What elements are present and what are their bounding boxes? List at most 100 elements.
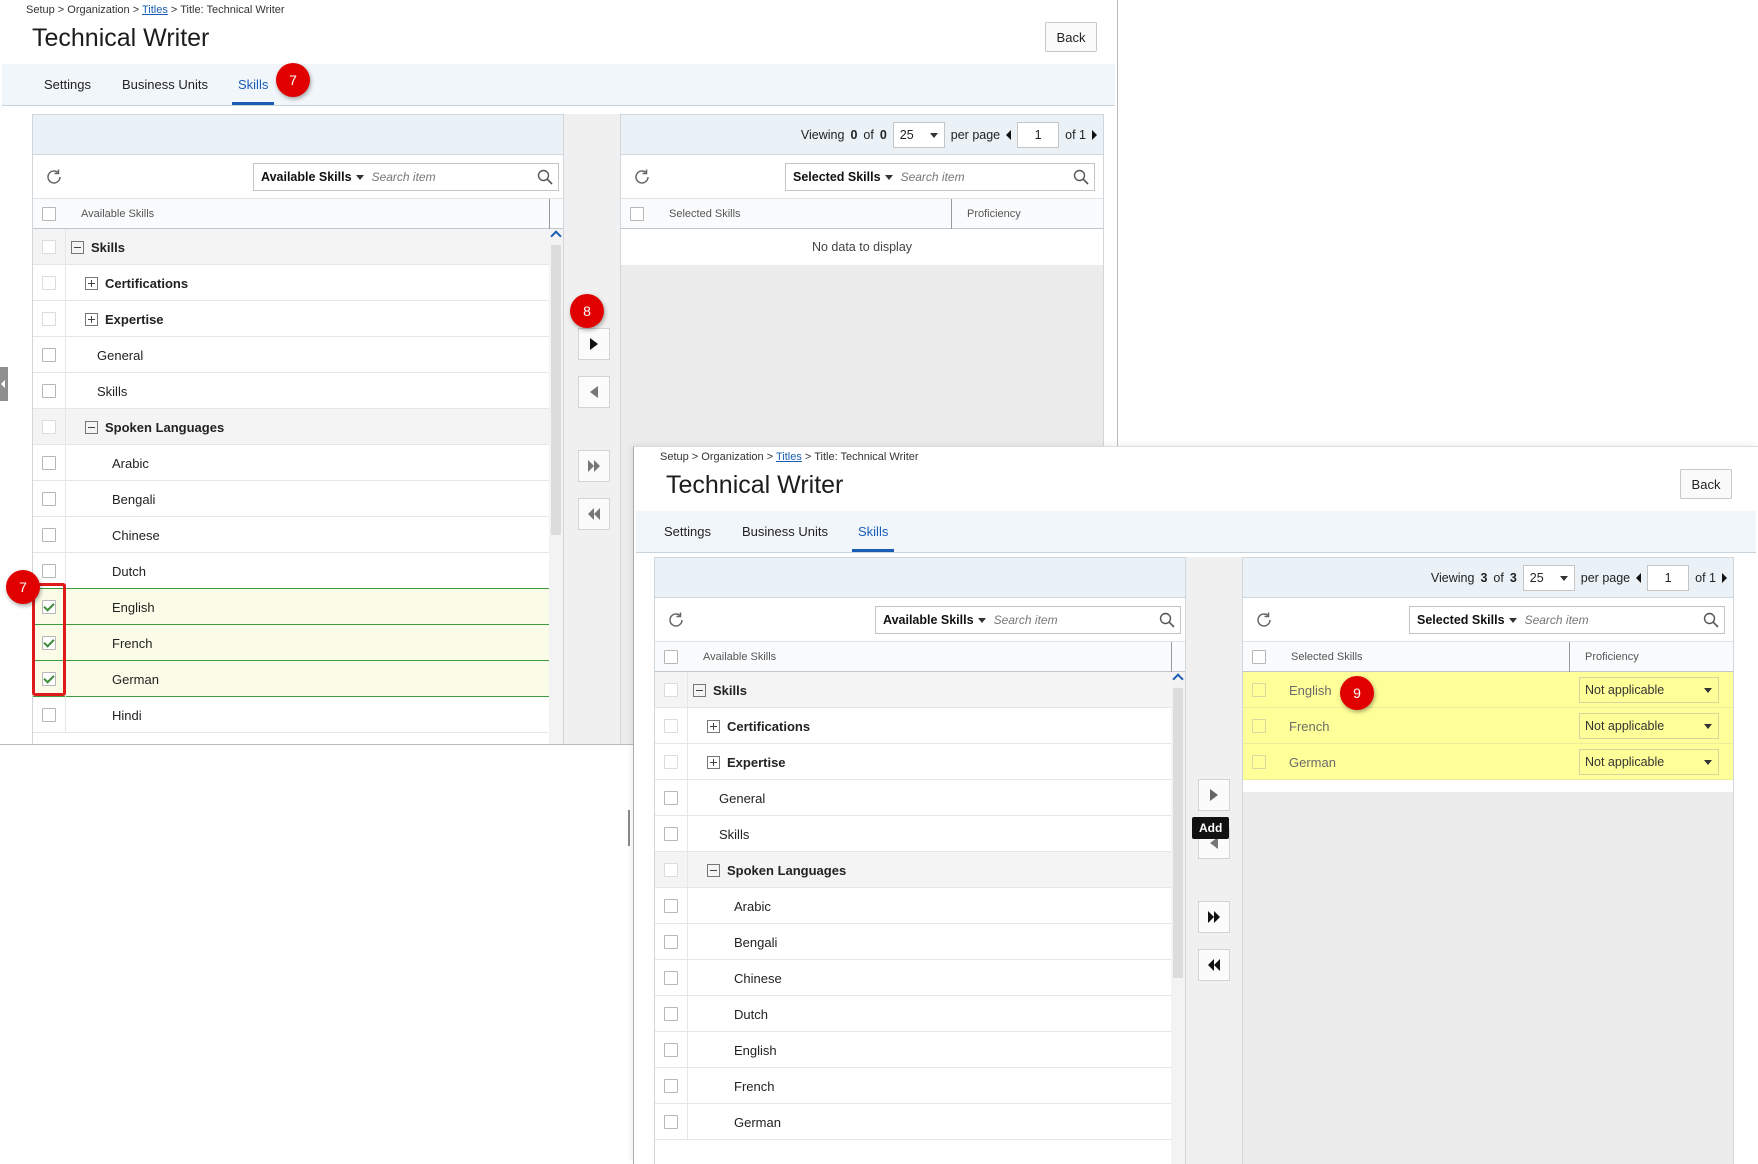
tree-row-dutch[interactable]: Dutch bbox=[33, 553, 549, 589]
column-resizer[interactable] bbox=[951, 199, 952, 229]
collapse-icon[interactable] bbox=[693, 684, 706, 697]
row-checkbox[interactable] bbox=[664, 755, 678, 769]
expand-icon[interactable] bbox=[707, 756, 720, 769]
refresh-icon[interactable] bbox=[667, 611, 685, 629]
available-search-input[interactable]: Search item bbox=[994, 613, 1159, 627]
expand-icon[interactable] bbox=[85, 313, 98, 326]
row-checkbox[interactable] bbox=[664, 827, 678, 841]
row-checkbox[interactable] bbox=[42, 240, 56, 254]
expand-icon[interactable] bbox=[85, 277, 98, 290]
refresh-icon[interactable] bbox=[45, 168, 63, 186]
refresh-icon[interactable] bbox=[1255, 611, 1273, 629]
row-checkbox[interactable] bbox=[42, 312, 56, 326]
tab-settings[interactable]: Settings bbox=[664, 524, 711, 539]
tree-row-certifications[interactable]: Certifications bbox=[655, 708, 1171, 744]
scroll-up-icon[interactable] bbox=[550, 230, 562, 242]
row-checkbox[interactable] bbox=[664, 899, 678, 913]
tab-business-units[interactable]: Business Units bbox=[742, 524, 828, 539]
add-all-button[interactable] bbox=[578, 450, 610, 482]
collapse-icon[interactable] bbox=[707, 864, 720, 877]
row-checkbox[interactable] bbox=[664, 719, 678, 733]
row-checkbox[interactable] bbox=[42, 348, 56, 362]
row-checkbox[interactable] bbox=[42, 528, 56, 542]
row-checkbox[interactable] bbox=[664, 791, 678, 805]
selected-search-input[interactable]: Search item bbox=[1525, 613, 1703, 627]
selected-search-input[interactable]: Search item bbox=[901, 170, 1073, 184]
column-resizer[interactable] bbox=[549, 199, 550, 229]
tree-row-dutch[interactable]: Dutch bbox=[655, 996, 1171, 1032]
tree-row-french[interactable]: French bbox=[33, 625, 549, 661]
select-all-checkbox[interactable] bbox=[664, 650, 678, 664]
next-page-icon[interactable] bbox=[1722, 573, 1727, 583]
tree-row-chinese[interactable]: Chinese bbox=[655, 960, 1171, 996]
tree-row-hindi[interactable]: Hindi bbox=[33, 697, 549, 733]
select-all-checkbox[interactable] bbox=[1252, 650, 1266, 664]
row-checkbox[interactable] bbox=[42, 384, 56, 398]
tree-row-spoken-languages[interactable]: Spoken Languages bbox=[655, 852, 1171, 888]
tab-skills[interactable]: Skills bbox=[851, 524, 895, 552]
row-checkbox[interactable] bbox=[1252, 683, 1266, 697]
tree-row-bengali[interactable]: Bengali bbox=[655, 924, 1171, 960]
add-button[interactable] bbox=[578, 328, 610, 360]
row-checkbox[interactable] bbox=[664, 935, 678, 949]
tree-row-spoken-languages[interactable]: Spoken Languages bbox=[33, 409, 549, 445]
next-page-icon[interactable] bbox=[1092, 130, 1097, 140]
refresh-icon[interactable] bbox=[633, 168, 651, 186]
tree-row-skills[interactable]: Skills bbox=[33, 229, 549, 265]
tree-row-english[interactable]: English bbox=[655, 1032, 1171, 1068]
tree-row-german[interactable]: German bbox=[655, 1104, 1171, 1140]
tree-row-skills-leaf[interactable]: Skills bbox=[33, 373, 549, 409]
tab-settings[interactable]: Settings bbox=[44, 77, 91, 92]
row-checkbox[interactable] bbox=[664, 1079, 678, 1093]
remove-all-button[interactable] bbox=[1198, 949, 1230, 981]
available-filter-dropdown[interactable]: Available Skills bbox=[254, 170, 372, 184]
row-checkbox[interactable] bbox=[42, 276, 56, 290]
selected-row-french[interactable]: French Not applicable bbox=[1243, 708, 1733, 744]
selected-row-english[interactable]: English Not applicable bbox=[1243, 672, 1733, 708]
page-size-select[interactable]: 25 bbox=[1522, 565, 1575, 591]
column-resizer[interactable] bbox=[1569, 642, 1570, 672]
row-checkbox[interactable] bbox=[664, 1043, 678, 1057]
tree-row-bengali[interactable]: Bengali bbox=[33, 481, 549, 517]
row-checkbox[interactable] bbox=[664, 683, 678, 697]
collapse-icon[interactable] bbox=[85, 421, 98, 434]
prev-page-icon[interactable] bbox=[1636, 573, 1642, 583]
page-number-input[interactable]: 1 bbox=[1017, 122, 1060, 148]
remove-button[interactable] bbox=[578, 376, 610, 408]
available-filter-dropdown[interactable]: Available Skills bbox=[876, 613, 994, 627]
page-number-input[interactable]: 1 bbox=[1647, 565, 1690, 591]
collapse-icon[interactable] bbox=[71, 241, 84, 254]
tree-row-german[interactable]: German bbox=[33, 661, 549, 697]
tree-row-certifications[interactable]: Certifications bbox=[33, 265, 549, 301]
add-all-button[interactable] bbox=[1198, 901, 1230, 933]
back-button[interactable]: Back bbox=[1045, 22, 1097, 52]
tree-row-skills[interactable]: Skills bbox=[655, 672, 1171, 708]
proficiency-select[interactable]: Not applicable bbox=[1579, 713, 1719, 739]
prev-page-icon[interactable] bbox=[1006, 130, 1012, 140]
expand-icon[interactable] bbox=[707, 720, 720, 733]
sidebar-collapse-handle[interactable] bbox=[0, 367, 8, 401]
row-checkbox[interactable] bbox=[42, 708, 56, 722]
column-resizer[interactable] bbox=[1171, 642, 1172, 672]
selected-filter-dropdown[interactable]: Selected Skills bbox=[786, 170, 901, 184]
available-scrollbar[interactable] bbox=[1171, 672, 1185, 1164]
tree-row-expertise[interactable]: Expertise bbox=[33, 301, 549, 337]
tab-skills[interactable]: Skills bbox=[231, 77, 275, 105]
row-checkbox[interactable] bbox=[664, 1007, 678, 1021]
available-search-input[interactable]: Search item bbox=[372, 170, 537, 184]
tree-row-general[interactable]: General bbox=[655, 780, 1171, 816]
add-button[interactable] bbox=[1198, 779, 1230, 811]
back-button[interactable]: Back bbox=[1680, 469, 1732, 499]
tree-row-expertise[interactable]: Expertise bbox=[655, 744, 1171, 780]
row-checkbox[interactable] bbox=[42, 420, 56, 434]
tree-row-arabic[interactable]: Arabic bbox=[33, 445, 549, 481]
row-checkbox[interactable] bbox=[1252, 755, 1266, 769]
search-icon[interactable] bbox=[1703, 612, 1719, 628]
breadcrumb-titles-link[interactable]: Titles bbox=[142, 4, 168, 16]
search-icon[interactable] bbox=[1073, 169, 1089, 185]
scroll-thumb[interactable] bbox=[551, 245, 561, 535]
search-icon[interactable] bbox=[537, 169, 553, 185]
proficiency-select[interactable]: Not applicable bbox=[1579, 677, 1719, 703]
row-checkbox[interactable] bbox=[1252, 719, 1266, 733]
available-scrollbar[interactable] bbox=[549, 229, 563, 744]
